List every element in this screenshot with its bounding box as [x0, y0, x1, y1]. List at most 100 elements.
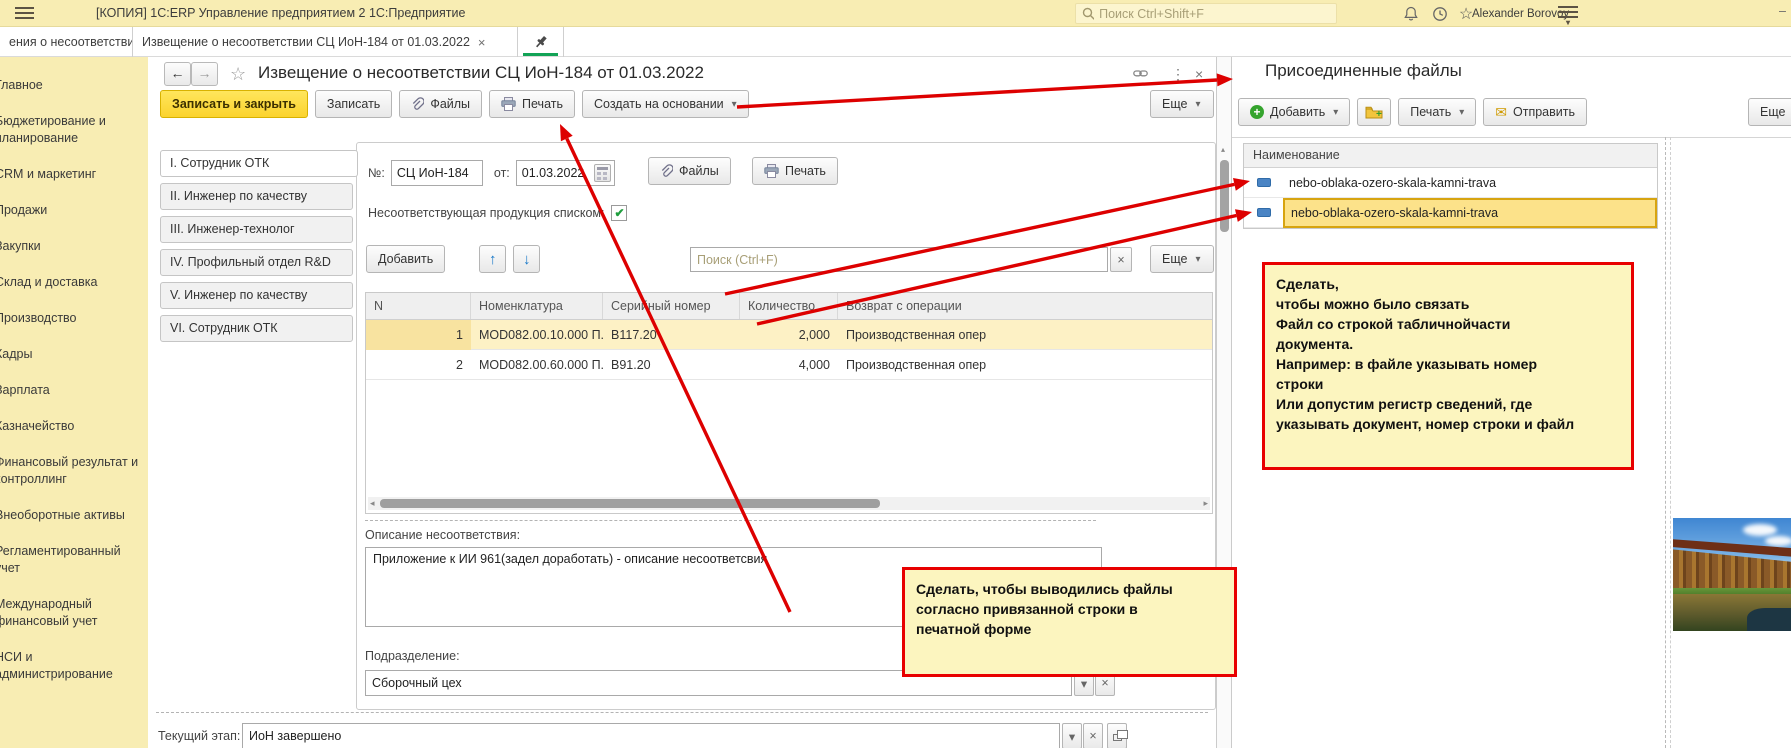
create-based-on-button[interactable]: Создать на основании▾ [582, 90, 749, 118]
move-row-down-button[interactable]: ↓ [513, 245, 540, 273]
inline-print-button[interactable]: Печать [752, 157, 838, 185]
file-row[interactable]: nebo-oblaka-ozero-skala-kamni-trava [1244, 168, 1657, 198]
file-row-selected[interactable]: nebo-oblaka-ozero-skala-kamni-trava [1244, 198, 1657, 228]
print-files-button[interactable]: Печать▾ [1398, 98, 1476, 126]
file-icon [1257, 178, 1271, 187]
sidebar-item-treasury[interactable]: Казначейство [0, 418, 144, 435]
table-more-button[interactable]: Еще▾ [1150, 245, 1214, 273]
products-commands: Добавить ↑ ↓ [366, 245, 540, 273]
files-column-header[interactable]: Наименование [1244, 144, 1657, 168]
number-field[interactable] [391, 160, 483, 186]
close-window-icon[interactable]: × [1195, 66, 1203, 82]
scroll-up-icon[interactable]: ▴ [1221, 145, 1225, 154]
calendar-icon[interactable] [594, 164, 611, 182]
global-search[interactable] [1075, 3, 1337, 24]
attachments-more-button[interactable]: Еще▾ [1748, 98, 1791, 126]
save-and-close-button[interactable]: Записать и закрыть [160, 90, 308, 118]
scroll-right-icon[interactable]: ▸ [1203, 498, 1208, 509]
annotation-note-link-files: Сделать, чтобы можно было связать Файл с… [1262, 262, 1634, 470]
sidebar-item-noncurrent-assets[interactable]: Внеоборотные активы [0, 507, 144, 524]
col-operation[interactable]: Возврат с операции [838, 293, 1212, 319]
current-stage-combo: ▾ × [242, 723, 1127, 748]
minimize-icon[interactable]: – [1779, 4, 1786, 18]
list-checkbox-checked[interactable]: ✔ [611, 205, 627, 221]
scroll-left-icon[interactable]: ◂ [370, 498, 375, 509]
col-nomenclature[interactable]: Номенклатура [471, 293, 603, 319]
get-link-icon[interactable] [1133, 68, 1148, 82]
scrollbar-thumb[interactable] [380, 499, 880, 508]
open-stage-icon[interactable] [1107, 723, 1127, 748]
list-mode-row: Несоответствующая продукция списком: ✔ [368, 205, 627, 221]
table-search[interactable] [690, 247, 1108, 272]
stage-tab-3[interactable]: III. Инженер-технолог [160, 216, 353, 243]
tab-close-icon[interactable]: × [478, 35, 486, 50]
sidebar-item-payroll[interactable]: Зарплата [0, 382, 144, 399]
chevron-down-icon: ▾ [1195, 99, 1200, 110]
sidebar-item-regulated-accounting[interactable]: Регламентированный учет [0, 543, 144, 577]
tab-notifications-list[interactable]: ения о несоответствии × [0, 27, 133, 57]
col-serial[interactable]: Серийный номер [603, 293, 740, 319]
save-button[interactable]: Записать [315, 90, 392, 118]
sidebar-item-purchases[interactable]: Закупки [0, 238, 144, 255]
sidebar-item-international-accounting[interactable]: Международный финансовый учет [0, 596, 144, 630]
global-search-input[interactable] [1099, 7, 1330, 21]
stage-tab-1[interactable]: I. Сотрудник ОТК [160, 150, 358, 177]
chevron-down-icon: ▾ [732, 99, 737, 110]
tab-pinned[interactable] [518, 27, 564, 57]
divider [156, 712, 1208, 713]
user-name[interactable]: Alexander Borovoy [1472, 8, 1569, 20]
stage-tab-5[interactable]: V. Инженер по качеству [160, 282, 353, 309]
forward-button[interactable]: → [191, 62, 218, 86]
settings-menu-icon[interactable]: ▾ [1558, 6, 1578, 25]
file-icon [1257, 208, 1271, 217]
date-field[interactable] [516, 160, 615, 186]
document-toolbar: Записать и закрыть Записать Файлы Печать… [160, 90, 749, 118]
stage-tab-6[interactable]: VI. Сотрудник ОТК [160, 315, 353, 342]
notifications-bell-icon[interactable] [1400, 4, 1422, 23]
sidebar-item-master-data[interactable]: НСИ и администрирование [0, 649, 144, 683]
sidebar-item-sales[interactable]: Продажи [0, 202, 144, 219]
move-row-up-button[interactable]: ↑ [479, 245, 506, 273]
scrollbar-thumb[interactable] [1220, 160, 1229, 232]
attached-files-title: Присоединенные файлы [1265, 61, 1462, 81]
print-button[interactable]: Печать [489, 90, 575, 118]
tab-notification-document[interactable]: Извещение о несоответствии СЦ ИоН-184 от… [133, 27, 518, 57]
add-file-button[interactable]: + Добавить ▾ [1238, 98, 1350, 126]
stage-tab-4[interactable]: IV. Профильный отдел R&D [160, 249, 353, 276]
sidebar-item-financial-result[interactable]: Финансовый результат и контроллинг [0, 454, 144, 488]
table-row[interactable]: 1 MOD082.00.10.000 П... B117.20 2,000 Пр… [366, 320, 1212, 350]
inline-files-button[interactable]: Файлы [648, 157, 731, 185]
open-windows-tabbar: ения о несоответствии × Извещение о несо… [0, 27, 1791, 57]
table-row[interactable]: 2 MOD082.00.60.000 П... B91.20 4,000 Про… [366, 350, 1212, 380]
sidebar-item-production[interactable]: Производство [0, 310, 144, 327]
horizontal-scrollbar[interactable]: ◂ ▸ [368, 497, 1210, 510]
sidebar-item-hr[interactable]: Кадры [0, 346, 144, 363]
sidebar-item-budgeting[interactable]: Бюджетирование и планирование [0, 113, 144, 147]
envelope-icon: ✉ [1495, 104, 1507, 121]
stage-dropdown-icon[interactable]: ▾ [1062, 723, 1082, 748]
back-button[interactable]: ← [164, 62, 191, 86]
files-button[interactable]: Файлы [399, 90, 482, 118]
col-n[interactable]: N [366, 293, 471, 319]
stage-tab-2[interactable]: II. Инженер по качеству [160, 183, 353, 210]
more-dots-icon[interactable]: ⋮ [1171, 66, 1185, 83]
favorite-star-icon[interactable]: ☆ [230, 64, 246, 85]
col-qty[interactable]: Количество [740, 293, 838, 319]
list-checkbox-label: Несоответствующая продукция списком: [368, 206, 604, 220]
sidebar-item-warehouse[interactable]: Склад и доставка [0, 274, 144, 291]
document-more-button[interactable]: Еще▾ [1150, 90, 1214, 118]
stage-clear-icon[interactable]: × [1083, 723, 1103, 748]
history-clock-icon[interactable] [1429, 4, 1451, 23]
current-stage-field[interactable] [242, 723, 1060, 748]
send-file-button[interactable]: ✉ Отправить [1483, 98, 1587, 126]
sidebar-item-crm[interactable]: CRM и маркетинг [0, 166, 144, 183]
add-folder-button[interactable]: + [1357, 98, 1391, 126]
main-menu-icon[interactable] [15, 7, 34, 20]
clear-search-button[interactable]: × [1110, 247, 1132, 272]
preview-image[interactable] [1673, 518, 1791, 631]
date-label: от: [494, 166, 510, 180]
svg-text:+: + [1376, 109, 1382, 119]
add-row-button[interactable]: Добавить [366, 245, 445, 273]
table-search-input[interactable] [690, 247, 1108, 272]
sidebar-item-main[interactable]: Главное [0, 77, 144, 94]
